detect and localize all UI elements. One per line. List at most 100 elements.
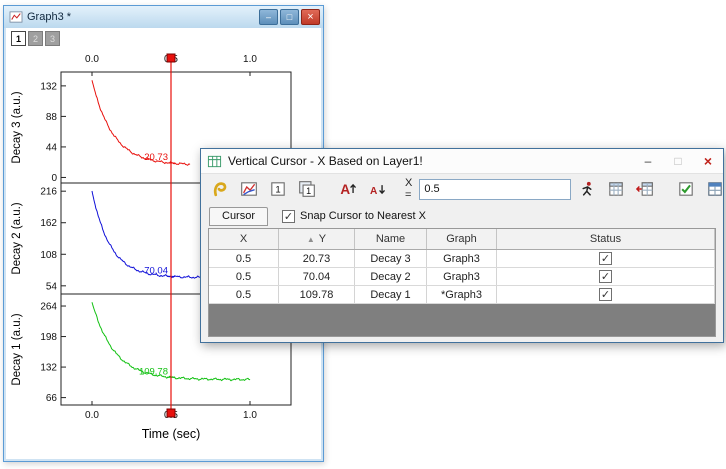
- bottom-axis-tick-label: 0.0: [85, 410, 99, 421]
- x-value-input[interactable]: [419, 179, 571, 200]
- y-axis-title: Decay 1 (a.u.): [11, 313, 23, 385]
- vertical-cursor-dialog: Vertical Cursor - X Based on Layer1! – □…: [200, 148, 724, 343]
- top-axis-tick-label: 1.0: [243, 54, 257, 65]
- font-smaller-icon[interactable]: A: [364, 176, 390, 202]
- table-body: 0.520.73Decay 3Graph3✓0.570.04Decay 2Gra…: [209, 250, 715, 304]
- tab-cursor[interactable]: Cursor: [209, 207, 268, 226]
- dialog-toolbar: 1 1 A A X =: [201, 174, 723, 204]
- report-sheet-icon[interactable]: [702, 176, 726, 202]
- dialog-window-controls: – □ ×: [633, 149, 723, 173]
- column-header-name[interactable]: Name: [355, 229, 427, 249]
- cell-name: Decay 1: [355, 286, 427, 303]
- y-tick-label: 132: [40, 81, 57, 92]
- graph-window-controls: – □ ×: [259, 9, 320, 25]
- cursor-readout: 20.73: [144, 152, 168, 163]
- table-row[interactable]: 0.520.73Decay 3Graph3✓: [209, 250, 715, 268]
- jump-to-cursor-icon[interactable]: [574, 176, 600, 202]
- layer-button-3[interactable]: 3: [45, 31, 60, 46]
- column-header-x[interactable]: X: [209, 229, 279, 249]
- dialog-tab-row: Cursor ✓ Snap Cursor to Nearest X: [201, 204, 723, 228]
- cursor-handle-bottom: [167, 409, 175, 417]
- toolbar-left-group: 1 1 A A: [207, 176, 390, 202]
- y-tick-label: 54: [46, 281, 58, 292]
- layer-1-icon[interactable]: 1: [265, 176, 291, 202]
- desktop: Graph3 * – □ × 123 0.00.51.004488132Deca…: [0, 0, 726, 469]
- cursor-handle-top: [167, 54, 175, 62]
- status-checkbox[interactable]: ✓: [599, 270, 612, 283]
- decay-curve: [92, 80, 190, 165]
- minimize-icon[interactable]: –: [259, 9, 278, 25]
- data-reader-icon[interactable]: [207, 176, 233, 202]
- cell-name: Decay 3: [355, 250, 427, 267]
- top-axis-tick-label: 0.0: [85, 54, 99, 65]
- cell-y: 109.78: [279, 286, 355, 303]
- y-tick-label: 44: [46, 142, 58, 153]
- svg-text:1: 1: [306, 186, 311, 196]
- cell-status: ✓: [497, 286, 715, 303]
- cell-y: 70.04: [279, 268, 355, 285]
- preferences-icon[interactable]: [673, 176, 699, 202]
- y-tick-label: 216: [40, 187, 57, 198]
- cell-x: 0.5: [209, 286, 279, 303]
- y-axis-title: Decay 3 (a.u.): [11, 91, 23, 163]
- cursor-readout: 70.04: [144, 265, 168, 276]
- table-row[interactable]: 0.5109.78Decay 1*Graph3 ✓: [209, 286, 715, 304]
- close-icon[interactable]: ×: [301, 9, 320, 25]
- cell-status: ✓: [497, 250, 715, 267]
- svg-text:1: 1: [275, 185, 280, 196]
- x-axis-title: Time (sec): [142, 427, 201, 441]
- cell-x: 0.5: [209, 268, 279, 285]
- svg-text:A: A: [340, 182, 350, 197]
- graph-window-titlebar[interactable]: Graph3 * – □ ×: [4, 6, 323, 28]
- y-tick-label: 108: [40, 250, 57, 261]
- dialog-titlebar[interactable]: Vertical Cursor - X Based on Layer1! – □…: [201, 149, 723, 174]
- layer-buttons: 123: [11, 31, 60, 46]
- minimize-icon[interactable]: –: [633, 149, 663, 173]
- column-header-graph[interactable]: Graph: [427, 229, 497, 249]
- y-tick-label: 88: [46, 112, 58, 123]
- graph-window-icon: [9, 11, 23, 23]
- maximize-icon: □: [663, 149, 693, 173]
- output-to-worksheet-icon[interactable]: [632, 176, 658, 202]
- restore-icon[interactable]: □: [280, 9, 299, 25]
- cell-y: 20.73: [279, 250, 355, 267]
- y-tick-label: 264: [40, 302, 57, 313]
- layer-button-2[interactable]: 2: [28, 31, 43, 46]
- cell-status: ✓: [497, 268, 715, 285]
- table-row[interactable]: 0.570.04Decay 2Graph3 ✓: [209, 268, 715, 286]
- table-header: X▲YNameGraphStatus: [209, 229, 715, 250]
- column-header-y[interactable]: ▲Y: [279, 229, 355, 249]
- bottom-axis-tick-label: 1.0: [243, 410, 257, 421]
- y-tick-label: 66: [46, 393, 58, 404]
- cell-name: Decay 2: [355, 268, 427, 285]
- y-tick-label: 198: [40, 332, 57, 343]
- snap-checkbox-label: Snap Cursor to Nearest X: [300, 210, 426, 222]
- cell-graph: Graph3: [427, 268, 497, 285]
- svg-text:A: A: [370, 186, 378, 197]
- y-tick-label: 0: [51, 173, 57, 184]
- status-checkbox[interactable]: ✓: [599, 252, 612, 265]
- snap-cursor-option[interactable]: ✓ Snap Cursor to Nearest X: [282, 210, 426, 223]
- dialog-title: Vertical Cursor - X Based on Layer1!: [228, 154, 423, 168]
- y-tick-label: 162: [40, 218, 57, 229]
- column-header-status[interactable]: Status: [497, 229, 715, 249]
- snap-checkbox[interactable]: ✓: [282, 210, 295, 223]
- toolbar-right-group: [574, 176, 726, 202]
- cursor-table-area: X▲YNameGraphStatus 0.520.73Decay 3Graph3…: [208, 228, 716, 337]
- graph-template-icon[interactable]: [236, 176, 262, 202]
- dialog-icon: [207, 154, 222, 169]
- table-empty-area: [209, 304, 715, 336]
- x-equals-label: X =: [405, 177, 412, 201]
- new-worksheet-icon[interactable]: [603, 176, 629, 202]
- layer-1-alt-icon[interactable]: 1: [294, 176, 320, 202]
- cell-x: 0.5: [209, 250, 279, 267]
- cell-graph: *Graph3: [427, 286, 497, 303]
- sort-ascending-icon: ▲: [307, 235, 315, 244]
- graph-window-title: Graph3 *: [27, 11, 71, 23]
- cursor-readout: 109.78: [139, 366, 168, 377]
- y-axis-title: Decay 2 (a.u.): [11, 202, 23, 274]
- status-checkbox[interactable]: ✓: [599, 288, 612, 301]
- layer-button-1[interactable]: 1: [11, 31, 26, 46]
- close-icon[interactable]: ×: [693, 149, 723, 173]
- font-larger-icon[interactable]: A: [335, 176, 361, 202]
